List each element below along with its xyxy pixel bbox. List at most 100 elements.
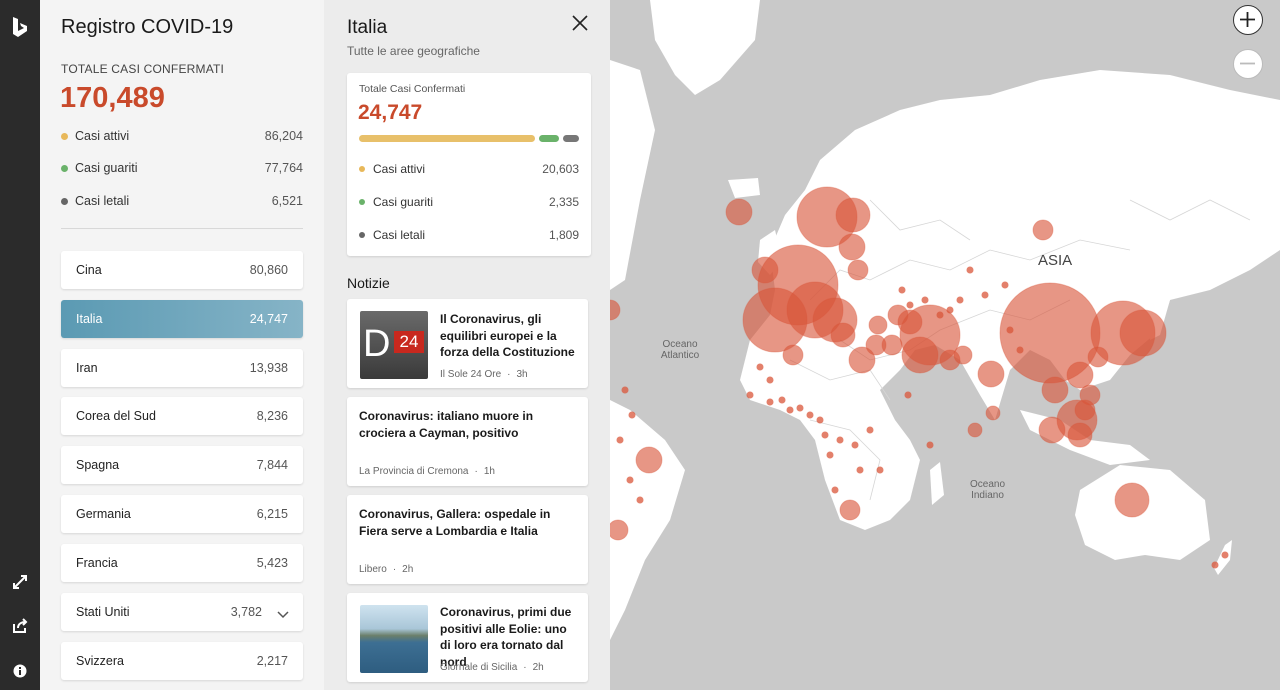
recovered-dot-icon (359, 199, 365, 205)
bar-active (359, 135, 535, 142)
bing-logo-icon[interactable] (7, 14, 33, 40)
indian-ocean-label: Oceano Indiano (965, 479, 1010, 501)
case-bubble[interactable] (830, 322, 856, 348)
case-bubble[interactable] (953, 345, 973, 365)
case-bubble[interactable] (926, 441, 934, 449)
news-item[interactable]: D 24 Il Coronavirus, gli equilibri europ… (347, 299, 588, 388)
zoom-in-button[interactable] (1233, 5, 1263, 35)
case-bubble[interactable] (1038, 416, 1066, 444)
case-bubble[interactable] (766, 398, 774, 406)
case-bubble[interactable] (847, 259, 869, 281)
case-bubble[interactable] (866, 426, 874, 434)
country-value: 24,747 (249, 312, 288, 326)
case-bubble[interactable] (1001, 281, 1009, 289)
case-bubble[interactable] (826, 451, 834, 459)
case-bubble[interactable] (816, 416, 824, 424)
case-bubble[interactable] (898, 286, 906, 294)
case-bubble[interactable] (778, 396, 786, 404)
stat-value: 86,204 (264, 129, 303, 143)
case-bubble[interactable] (821, 431, 829, 439)
case-bubble[interactable] (906, 301, 914, 309)
case-bubble[interactable] (839, 499, 861, 521)
close-icon[interactable] (570, 13, 590, 33)
card-stat-active: Casi attivi 20,603 (359, 161, 579, 179)
case-bubble[interactable] (1221, 551, 1229, 559)
share-icon[interactable] (7, 613, 33, 639)
stat-label: Casi attivi (373, 162, 426, 176)
case-bubble[interactable] (901, 336, 939, 374)
case-bubble[interactable] (1041, 376, 1069, 404)
case-bubble[interactable] (1067, 422, 1093, 448)
chevron-down-icon[interactable] (277, 606, 289, 624)
case-bubble[interactable] (610, 519, 629, 541)
case-bubble[interactable] (628, 411, 636, 419)
case-bubble[interactable] (766, 376, 774, 384)
case-bubble[interactable] (868, 315, 888, 335)
case-bubble[interactable] (904, 391, 912, 399)
expand-icon[interactable] (7, 569, 33, 595)
case-bubble[interactable] (1074, 399, 1096, 421)
case-bubble[interactable] (636, 496, 644, 504)
case-bubble[interactable] (1211, 561, 1219, 569)
news-time: 3h (516, 369, 528, 380)
case-bubble[interactable] (782, 344, 804, 366)
case-bubble[interactable] (725, 198, 753, 226)
case-bubble[interactable] (956, 296, 964, 304)
news-item[interactable]: Coronavirus, Gallera: ospedale in Fiera … (347, 495, 588, 584)
country-item-svizzera[interactable]: Svizzera 2,217 (61, 642, 303, 680)
country-name: Svizzera (76, 654, 124, 668)
news-source: Il Sole 24 Ore (440, 369, 502, 380)
info-icon[interactable] (7, 658, 33, 684)
world-map[interactable]: Oceano Atlantico Oceano Indiano ASIA (610, 0, 1280, 690)
case-bubble[interactable] (835, 197, 871, 233)
stat-value: 2,335 (548, 195, 579, 209)
case-bubble[interactable] (806, 411, 814, 419)
case-bubble[interactable] (856, 466, 864, 474)
case-bubble[interactable] (1032, 219, 1054, 241)
country-value: 6,215 (256, 507, 288, 521)
case-bubble[interactable] (746, 391, 754, 399)
case-bubble[interactable] (985, 405, 1001, 421)
news-item[interactable]: Coronavirus, primi due positivi alle Eol… (347, 593, 588, 682)
case-bubble[interactable] (848, 346, 876, 374)
country-item-spagna[interactable]: Spagna 7,844 (61, 446, 303, 484)
news-source: La Provincia di Cremona (359, 466, 469, 477)
zoom-out-button[interactable] (1233, 49, 1263, 79)
stat-active: Casi attivi 86,204 (61, 128, 303, 146)
detail-subtitle: Tutte le aree geografiche (347, 44, 480, 58)
country-item-iran[interactable]: Iran 13,938 (61, 349, 303, 387)
news-item[interactable]: Coronavirus: italiano muore in crociera … (347, 397, 588, 486)
case-bubble[interactable] (626, 476, 634, 484)
case-bubble[interactable] (621, 386, 629, 394)
case-bubble[interactable] (977, 360, 1005, 388)
case-bubble[interactable] (831, 486, 839, 494)
case-bubble[interactable] (967, 422, 983, 438)
country-name: Spagna (76, 458, 120, 472)
case-bubble[interactable] (786, 406, 794, 414)
case-bubble[interactable] (838, 233, 866, 261)
country-item-cina[interactable]: Cina 80,860 (61, 251, 303, 289)
case-bubble[interactable] (1087, 346, 1109, 368)
case-bubble[interactable] (1114, 482, 1150, 518)
country-item-corea-del-sud[interactable]: Corea del Sud 8,236 (61, 397, 303, 435)
country-item-germania[interactable]: Germania 6,215 (61, 495, 303, 533)
case-bubble[interactable] (756, 363, 764, 371)
news-title: Il Coronavirus, gli equilibri europei e … (440, 312, 575, 359)
case-bubble[interactable] (981, 291, 989, 299)
stat-label: Casi letali (75, 194, 130, 208)
case-bubble[interactable] (966, 266, 974, 274)
case-bubble[interactable] (796, 404, 804, 412)
country-item-stati-uniti[interactable]: Stati Uniti 3,782 (61, 593, 303, 631)
case-bubble[interactable] (851, 441, 859, 449)
case-bubble[interactable] (616, 436, 624, 444)
case-bubble[interactable] (635, 446, 663, 474)
news-heading: Notizie (347, 275, 390, 291)
case-bubble[interactable] (876, 466, 884, 474)
country-item-italia[interactable]: Italia 24,747 (61, 300, 303, 338)
case-bubble[interactable] (921, 296, 929, 304)
country-item-francia[interactable]: Francia 5,423 (61, 544, 303, 582)
case-bubble[interactable] (1119, 309, 1167, 357)
case-bubble[interactable] (1066, 361, 1094, 389)
case-bubble[interactable] (836, 436, 844, 444)
news-title: Coronavirus, Gallera: ospedale in Fiera … (359, 507, 551, 538)
